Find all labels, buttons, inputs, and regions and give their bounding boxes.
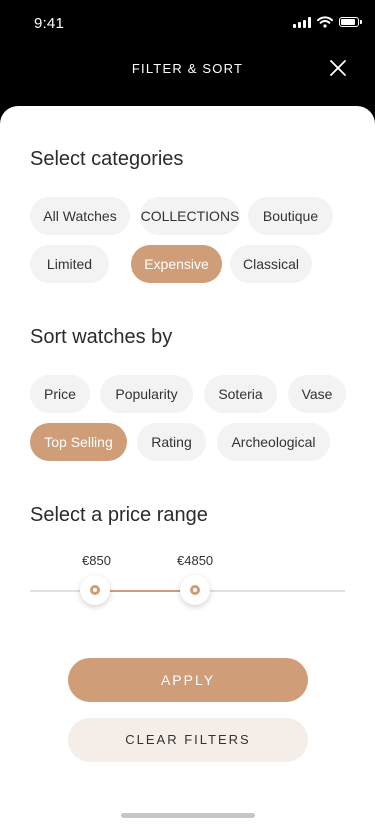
battery-icon: [339, 17, 362, 27]
sort-chip-top-selling[interactable]: Top Selling: [30, 423, 127, 461]
sort-chip-soteria[interactable]: Soteria: [204, 375, 277, 413]
category-chip-boutique[interactable]: Boutique: [248, 197, 333, 235]
price-max-handle[interactable]: [180, 575, 210, 605]
sort-chip-price[interactable]: Price: [30, 375, 90, 413]
cellular-signal-icon: [293, 16, 311, 28]
categories-title: Select categories: [30, 148, 184, 170]
status-time: 9:41: [34, 15, 64, 32]
category-chip-all-watches[interactable]: All Watches: [30, 197, 130, 235]
close-icon[interactable]: [329, 59, 347, 77]
status-icons: [293, 16, 362, 28]
status-bar: 9:41: [0, 0, 375, 46]
apply-button[interactable]: APPLY: [68, 658, 308, 702]
sort-chip-rating[interactable]: Rating: [137, 423, 206, 461]
price-range-title: Select a price range: [30, 504, 208, 526]
page-title: FILTER & SORT: [131, 61, 244, 76]
category-chip-classical[interactable]: Classical: [230, 245, 312, 283]
sort-title: Sort watches by: [30, 326, 173, 348]
home-indicator: [121, 813, 255, 818]
category-chip-expensive[interactable]: Expensive: [131, 245, 222, 283]
price-max-label: €4850: [177, 553, 214, 568]
price-min-label: €850: [82, 553, 111, 568]
sort-chip-archeological[interactable]: Archeological: [217, 423, 330, 461]
clear-filters-button[interactable]: CLEAR FILTERS: [68, 718, 308, 762]
category-chip-limited[interactable]: Limited: [30, 245, 109, 283]
category-chip-collections[interactable]: COLLECTIONS: [140, 197, 240, 235]
price-min-handle[interactable]: [80, 575, 110, 605]
wifi-icon: [317, 16, 333, 28]
sort-chip-vase[interactable]: Vase: [288, 375, 346, 413]
sort-chip-popularity[interactable]: Popularity: [100, 375, 193, 413]
filter-sheet: Select categories All Watches COLLECTION…: [0, 106, 375, 826]
